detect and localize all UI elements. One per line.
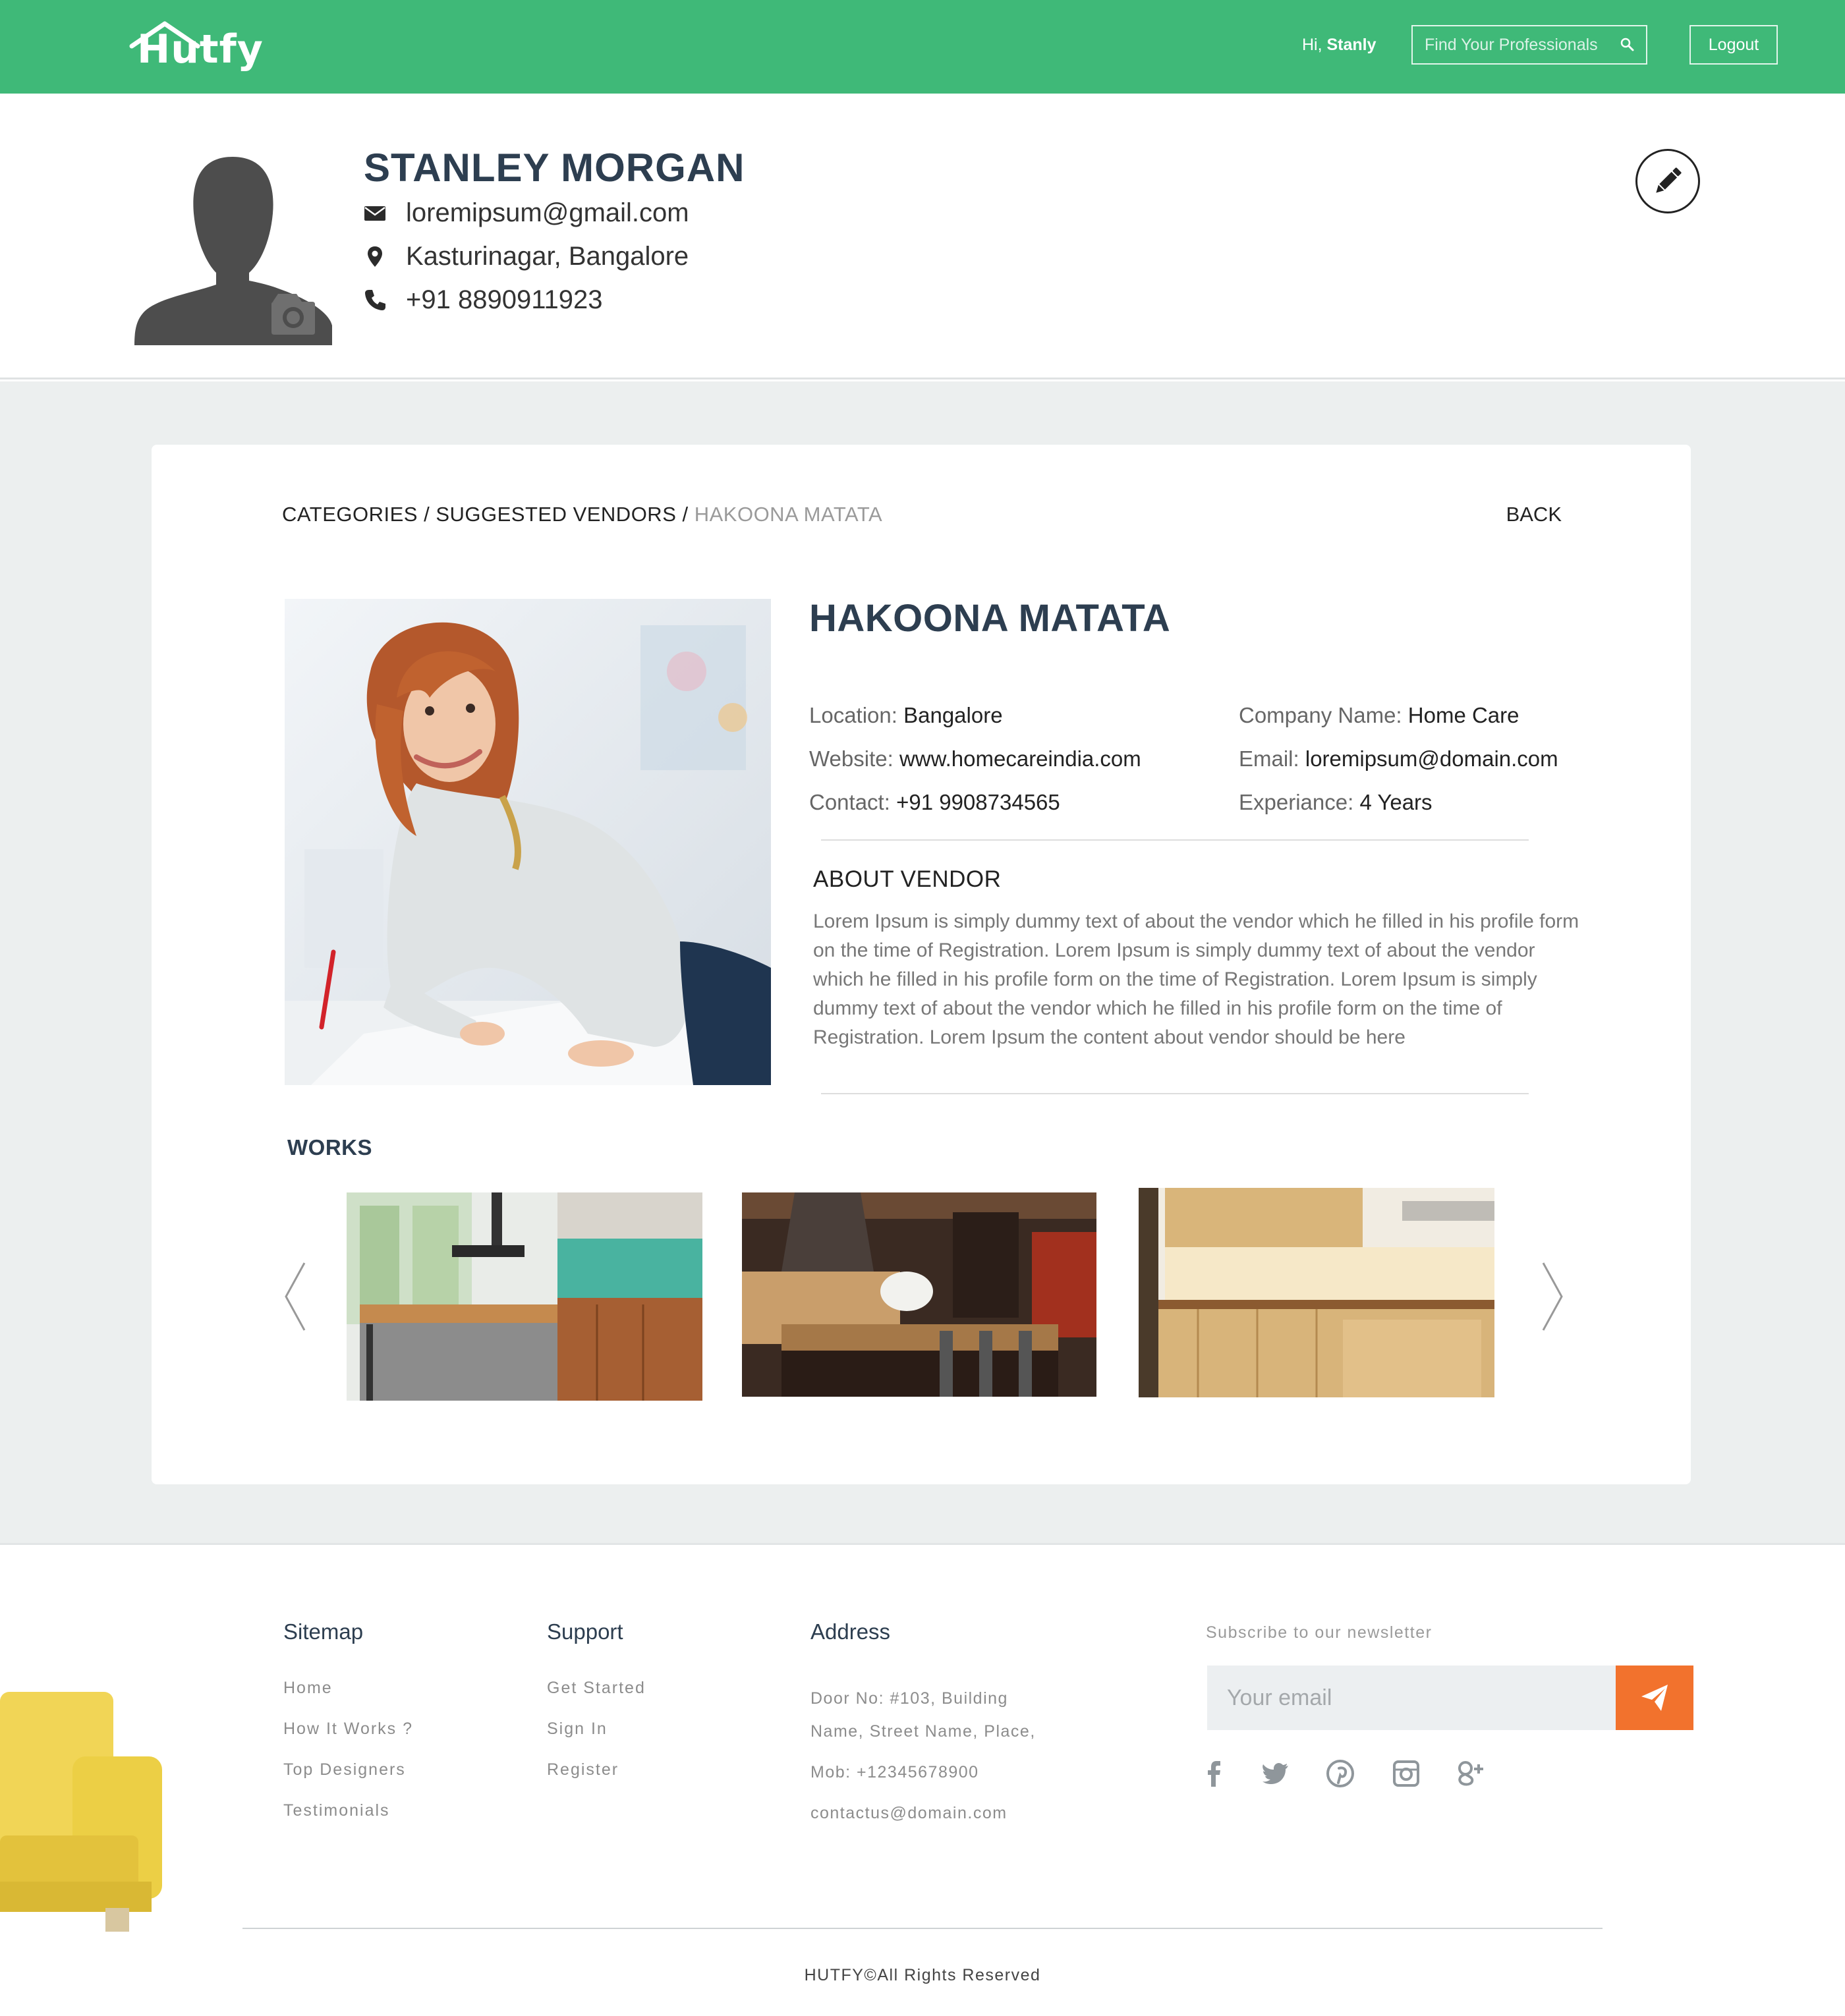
search-box <box>1411 25 1647 65</box>
instagram-icon[interactable] <box>1392 1759 1421 1788</box>
top-navbar: Hutfy Hi, Stanly Logout <box>0 0 1845 94</box>
profile-name: STANLEY MORGAN <box>364 146 745 190</box>
camera-icon[interactable] <box>271 294 315 335</box>
logo[interactable]: Hutfy <box>137 26 264 72</box>
vendor-email: Email: loremipsum@domain.com <box>1239 746 1558 771</box>
footer-link-register[interactable]: Register <box>547 1760 619 1779</box>
vendor-contact-label: Contact: <box>809 790 890 814</box>
footer-link-sign-in[interactable]: Sign In <box>547 1720 608 1739</box>
vendor-email-label: Email: <box>1239 746 1299 771</box>
profile-location-row: Kasturinagar, Bangalore <box>364 240 689 273</box>
breadcrumb-categories[interactable]: CATEGORIES <box>282 503 418 526</box>
edit-profile-button[interactable] <box>1635 149 1700 213</box>
vendor-website-link[interactable]: www.homecareindia.com <box>899 746 1141 771</box>
newsletter-email-input[interactable] <box>1207 1666 1617 1730</box>
envelope-icon <box>364 206 385 221</box>
about-vendor-text: Lorem Ipsum is simply dummy text of abou… <box>813 910 1579 1048</box>
address-mobile: Mob: +12345678900 <box>810 1763 979 1781</box>
carousel-prev-arrow-icon[interactable] <box>282 1260 308 1333</box>
content-area: CATEGORIES / SUGGESTED VENDORS / HAKOONA… <box>0 381 1845 1545</box>
about-vendor-title: ABOUT VENDOR <box>813 866 1002 892</box>
address-title: Address <box>810 1619 891 1644</box>
facebook-icon[interactable] <box>1199 1759 1228 1788</box>
newsletter-title: Subscribe to our newsletter <box>1206 1623 1433 1642</box>
search-input[interactable] <box>1413 26 1610 63</box>
vendor-location-label: Location: <box>809 703 897 727</box>
divider <box>821 1093 1529 1094</box>
address-email-link[interactable]: contactus@domain.com <box>810 1804 1008 1823</box>
address-line: Name, Street Name, Place, <box>810 1722 1036 1741</box>
vendor-location-value: Bangalore <box>903 703 1003 727</box>
avatar-placeholder[interactable] <box>133 153 332 345</box>
map-pin-icon <box>368 246 382 267</box>
work-thumbnail-kitchen-1[interactable] <box>347 1192 702 1401</box>
footer-link-how-it-works[interactable]: How It Works ? <box>283 1720 413 1739</box>
profile-phone-row: +91 8890911923 <box>364 283 602 316</box>
footer-link-top-designers[interactable]: Top Designers <box>283 1760 406 1779</box>
breadcrumb-separator: / <box>676 503 695 526</box>
vendor-website-label: Website: <box>809 746 894 771</box>
footer-link-testimonials[interactable]: Testimonials <box>283 1801 390 1820</box>
vendor-company: Company Name: Home Care <box>1239 703 1519 728</box>
carousel-next-arrow-icon[interactable] <box>1539 1260 1566 1333</box>
greeting-prefix: Hi, <box>1302 36 1327 54</box>
twitter-icon[interactable] <box>1261 1759 1290 1788</box>
user-greeting: Hi, Stanly <box>1302 36 1377 55</box>
work-thumbnail-kitchen-2[interactable] <box>742 1192 1096 1397</box>
google-plus-icon[interactable] <box>1456 1759 1485 1788</box>
profile-email-row: loremipsum@gmail.com <box>364 196 689 229</box>
vendor-card: CATEGORIES / SUGGESTED VENDORS / HAKOONA… <box>152 445 1691 1484</box>
breadcrumb-suggested-vendors[interactable]: SUGGESTED VENDORS <box>436 503 676 526</box>
breadcrumb: CATEGORIES / SUGGESTED VENDORS / HAKOONA… <box>282 503 882 526</box>
vendor-experience-label: Experiance: <box>1239 790 1354 814</box>
work-thumbnail-kitchen-3[interactable] <box>1139 1188 1494 1397</box>
works-title: WORKS <box>287 1135 372 1160</box>
greeting-username: Stanly <box>1326 36 1377 54</box>
divider <box>821 839 1529 841</box>
vendor-name: HAKOONA MATATA <box>809 597 1171 640</box>
vendor-email-link[interactable]: loremipsum@domain.com <box>1305 746 1558 771</box>
footer-divider <box>242 1928 1603 1929</box>
vendor-photo <box>285 599 771 1085</box>
breadcrumb-current: HAKOONA MATATA <box>694 503 883 526</box>
footer-link-get-started[interactable]: Get Started <box>547 1679 646 1698</box>
sitemap-title: Sitemap <box>283 1619 364 1644</box>
copyright: HUTFY©All Rights Reserved <box>804 1966 1041 1984</box>
vendor-company-label: Company Name: <box>1239 703 1402 727</box>
back-link[interactable]: BACK <box>1506 503 1562 526</box>
vendor-experience-value: 4 Years <box>1359 790 1433 814</box>
profile-email: loremipsum@gmail.com <box>406 198 689 227</box>
vendor-contact: Contact: +91 9908734565 <box>809 790 1060 815</box>
phone-icon <box>365 290 385 310</box>
address-line: Door No: #103, Building <box>810 1689 1008 1708</box>
breadcrumb-separator: / <box>417 503 436 526</box>
newsletter-submit-button[interactable] <box>1616 1666 1693 1730</box>
vendor-company-value: Home Care <box>1407 703 1519 727</box>
vendor-website: Website: www.homecareindia.com <box>809 746 1141 771</box>
pinterest-icon[interactable] <box>1326 1759 1355 1788</box>
vendor-location: Location: Bangalore <box>809 703 1003 728</box>
logout-button[interactable]: Logout <box>1689 25 1778 65</box>
paper-plane-icon <box>1641 1685 1668 1711</box>
pencil-icon <box>1656 167 1682 193</box>
profile-location: Kasturinagar, Bangalore <box>406 241 689 271</box>
search-icon[interactable] <box>1620 37 1634 51</box>
user-profile-section: STANLEY MORGAN loremipsum@gmail.com Kast… <box>0 94 1845 379</box>
footer-link-home[interactable]: Home <box>283 1679 333 1698</box>
support-title: Support <box>547 1619 623 1644</box>
sofa-image <box>0 1692 162 1932</box>
vendor-contact-value: +91 9908734565 <box>896 790 1060 814</box>
vendor-experience: Experiance: 4 Years <box>1239 790 1433 815</box>
profile-phone: +91 8890911923 <box>406 285 603 314</box>
